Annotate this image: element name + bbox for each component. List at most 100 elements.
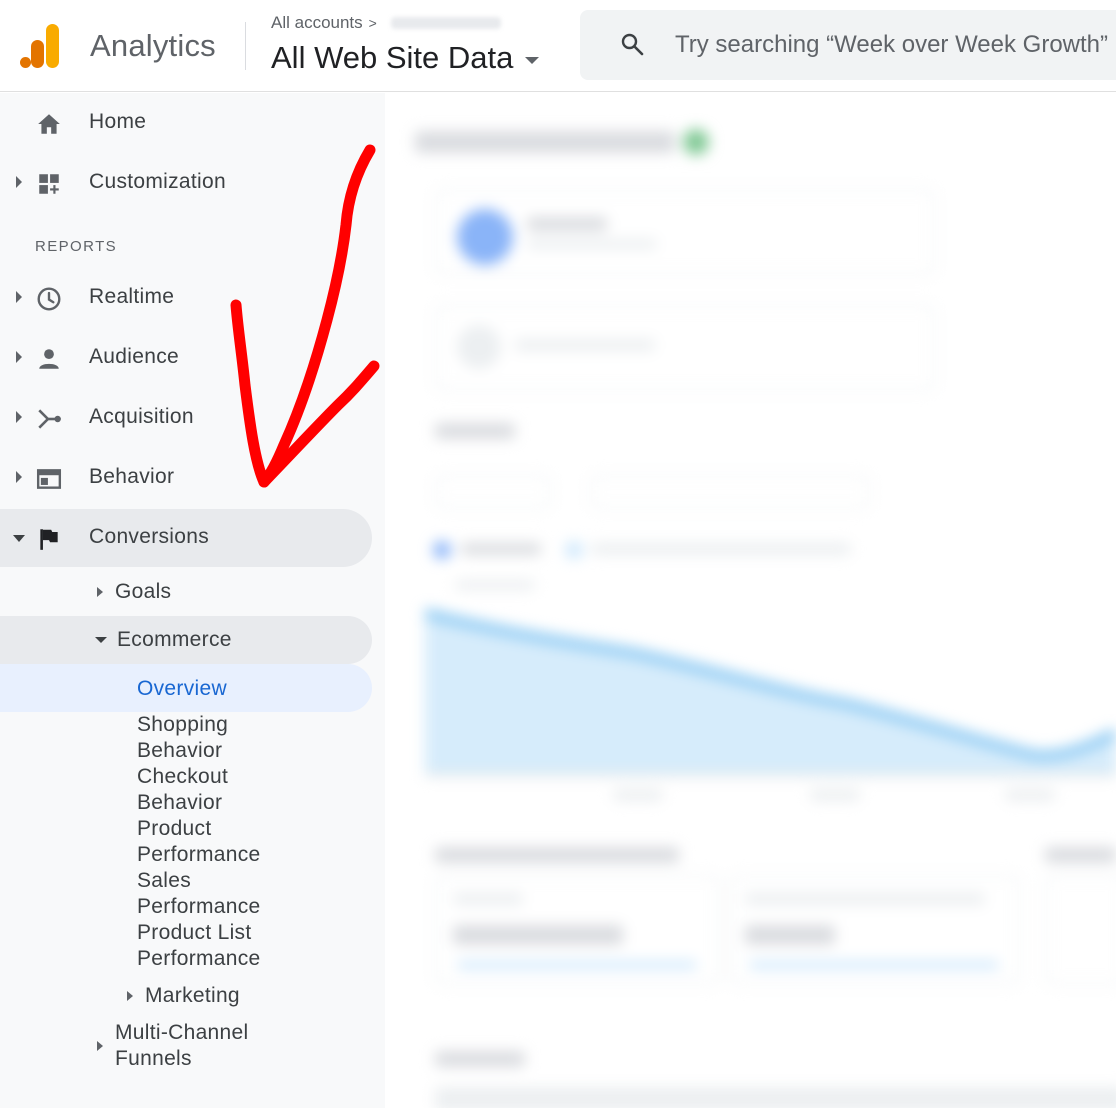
leaf-label-line: Product List — [137, 921, 252, 944]
blurred-metric-dropdown — [435, 475, 551, 509]
expand-arrow-icon[interactable] — [16, 351, 22, 363]
blurred-metric-label — [745, 893, 985, 905]
blurred-segment-name — [527, 217, 607, 231]
sidebar-item-ecommerce[interactable]: Ecommerce — [95, 628, 232, 652]
expand-arrow-icon[interactable] — [16, 411, 22, 423]
blurred-section-title — [435, 423, 515, 439]
blurred-legend-dot — [565, 541, 583, 559]
expand-arrow-icon[interactable] — [16, 471, 22, 483]
caret-down-icon — [525, 56, 540, 64]
blurred-report-title — [415, 131, 675, 153]
sidebar-item-label: Conversions — [89, 525, 210, 548]
sidebar-item-product-performance[interactable]: Product Performance — [137, 816, 357, 868]
sidebar-item-marketing[interactable]: Marketing — [127, 984, 240, 1008]
blurred-table-title — [1045, 847, 1116, 863]
sidebar-item-label: Acquisition — [89, 405, 194, 428]
blurred-axis-label — [455, 580, 535, 590]
blurred-compare-dropdown — [590, 475, 870, 509]
reports-section-heading: REPORTS — [35, 238, 118, 255]
chevron-right-icon: > — [368, 15, 377, 31]
sidebar-item-goals[interactable]: Goals — [97, 580, 171, 604]
home-icon — [38, 114, 60, 134]
blurred-segment-circle — [457, 209, 513, 265]
blurred-metric-value — [745, 925, 835, 945]
sidebar-item-label: Overview — [137, 677, 227, 700]
sidebar-item-overview[interactable]: Overview — [0, 664, 372, 712]
collapse-arrow-icon[interactable] — [95, 637, 107, 643]
redacted-account-name — [390, 17, 501, 29]
sidebar-item-label: Multi-Channel Funnels — [115, 1020, 248, 1072]
expand-arrow-icon[interactable] — [127, 991, 133, 1001]
acquisition-icon — [38, 409, 61, 429]
search-icon — [621, 33, 644, 56]
blurred-add-segment-card — [435, 305, 935, 391]
expand-arrow-icon[interactable] — [97, 1041, 103, 1051]
blurred-section-title — [435, 1051, 525, 1067]
sidebar-item-sales-performance[interactable]: Sales Performance — [137, 868, 357, 920]
clock-icon — [37, 287, 61, 311]
blurred-legend-label — [461, 543, 541, 555]
product-name: Analytics — [90, 28, 216, 63]
blurred-x-tick — [810, 789, 860, 801]
expand-arrow-icon[interactable] — [97, 587, 103, 597]
blurred-sparkline — [457, 961, 697, 969]
blurred-x-tick — [613, 789, 663, 801]
sidebar-item-shopping-behavior[interactable]: Shopping Behavior — [137, 712, 357, 764]
sidebar-item-label: Goals — [115, 580, 172, 603]
analytics-logo-icon[interactable] — [20, 22, 64, 68]
property-name: All Web Site Data — [271, 40, 514, 75]
blurred-trend-chart — [425, 608, 1116, 777]
sidebar-item-label: Marketing — [145, 984, 240, 1007]
account-breadcrumb[interactable]: All accounts > — [271, 13, 501, 33]
leaf-label-line: Multi-Channel — [115, 1021, 249, 1044]
blurred-legend-dot — [433, 541, 451, 559]
sidebar-item-label: Home — [89, 110, 147, 133]
sidebar-item-audience[interactable]: Audience — [0, 329, 372, 387]
sidebar-item-label: Customization — [89, 170, 226, 193]
leaf-label-line: Shopping — [137, 713, 229, 736]
sidebar-item-acquisition[interactable]: Acquisition — [0, 389, 372, 447]
blurred-legend-label — [591, 543, 851, 555]
property-selector[interactable]: All Web Site Data — [271, 40, 540, 76]
search-bar[interactable] — [580, 10, 1116, 80]
header-divider — [245, 22, 246, 70]
leaf-label-line: Checkout — [137, 765, 229, 788]
leaf-label-line: Performance — [137, 947, 261, 970]
blurred-x-tick — [1005, 789, 1055, 801]
leaf-label-line: Funnels — [115, 1047, 192, 1070]
all-accounts-link[interactable]: All accounts — [271, 13, 363, 33]
sidebar-item-conversions[interactable]: Conversions — [0, 509, 372, 567]
leaf-label-line: Behavior — [137, 739, 223, 762]
behavior-icon — [36, 469, 62, 489]
sidebar-nav: Home Customization REPORTS Realtime Audi… — [0, 93, 385, 1108]
blurred-metric-card — [1045, 875, 1116, 985]
blurred-sparkline — [749, 961, 999, 969]
sidebar-item-multi-channel-funnels[interactable]: Multi-Channel Funnels — [97, 1020, 248, 1072]
sidebar-item-product-list-performance[interactable]: Product List Performance — [137, 920, 357, 972]
blurred-add-circle — [457, 325, 501, 369]
blurred-metric-value — [453, 925, 623, 945]
sidebar-item-checkout-behavior[interactable]: Checkout Behavior — [137, 764, 357, 816]
collapse-arrow-icon[interactable] — [13, 535, 25, 542]
sidebar-item-label: Audience — [89, 345, 179, 368]
sidebar-item-customization[interactable]: Customization — [0, 154, 372, 212]
expand-arrow-icon[interactable] — [16, 291, 22, 303]
expand-arrow-icon[interactable] — [16, 176, 22, 188]
leaf-label-line: Product — [137, 817, 212, 840]
sidebar-item-home[interactable]: Home — [0, 94, 372, 152]
leaf-label-line: Performance — [137, 843, 261, 866]
blurred-table-title — [435, 847, 679, 863]
sidebar-item-realtime[interactable]: Realtime — [0, 269, 372, 327]
leaf-label-line: Behavior — [137, 791, 223, 814]
search-input[interactable] — [675, 28, 1115, 62]
sidebar-item-label: Realtime — [89, 285, 175, 308]
leaf-label-line: Sales — [137, 869, 192, 892]
blurred-add-label — [515, 339, 655, 351]
blurred-table-header — [435, 1087, 1116, 1108]
sidebar-item-label: Ecommerce — [117, 628, 232, 651]
sidebar-item-behavior[interactable]: Behavior — [0, 449, 372, 507]
app-header: Analytics All accounts > All Web Site Da… — [0, 0, 1116, 92]
flag-icon — [40, 529, 58, 550]
sidebar-item-label: Behavior — [89, 465, 175, 488]
person-icon — [39, 349, 59, 369]
